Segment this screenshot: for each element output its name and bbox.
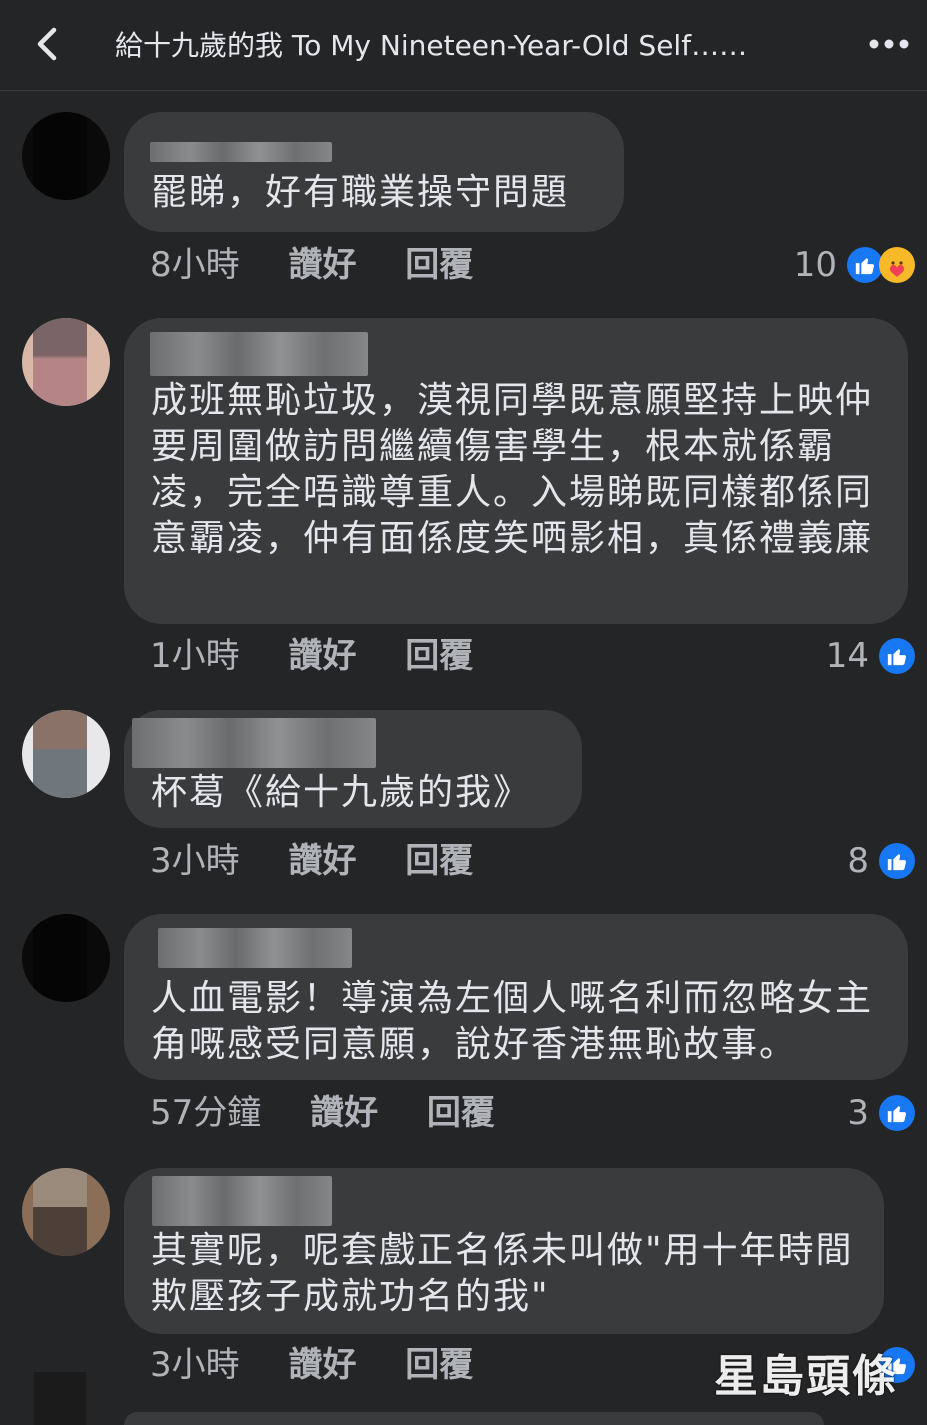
like-icon [847, 247, 883, 283]
comment-time: 8小時 [150, 245, 240, 285]
reaction-count: 3 [847, 1093, 869, 1133]
reply-button[interactable]: 回覆 [405, 243, 473, 287]
top-bar: 給十九歲的我 To My Nineteen-Year-Old Self…… [0, 0, 927, 91]
commenter-name-redacted[interactable] [132, 718, 376, 768]
more-options-icon[interactable] [866, 30, 912, 58]
avatar[interactable] [22, 112, 110, 200]
reply-button[interactable]: 回覆 [405, 634, 473, 678]
comment-text: 其實呢，呢套戲正名係未叫做"用十年時間欺壓孩子成就功名的我" [151, 1230, 854, 1317]
like-button[interactable]: 讚好 [288, 243, 356, 287]
avatar[interactable] [22, 710, 110, 798]
like-icon [879, 638, 915, 674]
next-comment-bubble [124, 1412, 824, 1425]
avatar[interactable] [22, 1168, 110, 1256]
like-button[interactable]: 讚好 [310, 1091, 378, 1135]
like-icon [879, 1095, 915, 1131]
comment-bubble: 杯葛《給十九歲的我》 [124, 710, 582, 828]
comment-actions: 3小時 讚好 回覆 [150, 839, 473, 883]
comment-actions: 1小時 讚好 回覆 [150, 634, 473, 678]
reaction-count: 10 [793, 245, 837, 285]
commenter-name-redacted[interactable] [158, 928, 352, 968]
next-comment-avatar [34, 1372, 86, 1425]
commenter-name-redacted[interactable] [150, 142, 332, 162]
comment-time: 3小時 [150, 841, 240, 881]
avatar[interactable] [22, 914, 110, 1002]
commenter-name-redacted[interactable] [150, 332, 368, 376]
comment-time: 1小時 [150, 636, 240, 676]
comment-actions: 57分鐘 讚好 回覆 [150, 1091, 495, 1135]
comment-bubble: 其實呢，呢套戲正名係未叫做"用十年時間欺壓孩子成就功名的我" [124, 1168, 884, 1334]
comment-actions: 8小時 讚好 回覆 [150, 243, 473, 287]
like-button[interactable]: 讚好 [288, 839, 356, 883]
comment-time: 3小時 [150, 1345, 240, 1385]
comment-text: 罷睇，好有職業操守問題 [151, 172, 570, 213]
watermark-logo: 星島頭條 [714, 1340, 914, 1402]
like-button[interactable]: 讚好 [288, 634, 356, 678]
reaction-count: 8 [847, 841, 869, 881]
reaction-summary[interactable]: 3 [847, 1091, 915, 1135]
like-icon [879, 843, 915, 879]
comment-time: 57分鐘 [150, 1093, 262, 1133]
comment-bubble: 成班無恥垃圾，漠視同學既意願堅持上映仲要周圍做訪問繼續傷害學生，根本就係霸凌，完… [124, 318, 908, 624]
page-title: 給十九歲的我 To My Nineteen-Year-Old Self…… [115, 29, 748, 62]
care-icon [879, 247, 915, 283]
reply-button[interactable]: 回覆 [405, 1343, 473, 1387]
commenter-name-redacted[interactable] [152, 1176, 332, 1226]
comment-bubble: 人血電影！導演為左個人嘅名利而忽略女主角嘅感受同意願，說好香港無恥故事。 [124, 914, 908, 1080]
comment-text: 成班無恥垃圾，漠視同學既意願堅持上映仲要周圍做訪問繼續傷害學生，根本就係霸凌，完… [151, 380, 874, 559]
reaction-summary[interactable]: 10 [794, 243, 915, 287]
reply-button[interactable]: 回覆 [405, 839, 473, 883]
comment-bubble: 罷睇，好有職業操守問題 [124, 112, 624, 232]
reply-button[interactable]: 回覆 [427, 1091, 495, 1135]
watermark-text: 星島頭條 [714, 1351, 898, 1402]
avatar[interactable] [22, 318, 110, 406]
reaction-summary[interactable]: 14 [826, 634, 915, 678]
like-button[interactable]: 讚好 [288, 1343, 356, 1387]
comment-actions: 3小時 讚好 回覆 [150, 1343, 473, 1387]
reaction-count: 14 [825, 636, 869, 676]
reaction-summary[interactable]: 8 [847, 839, 915, 883]
comment-text: 人血電影！導演為左個人嘅名利而忽略女主角嘅感受同意願，說好香港無恥故事。 [151, 978, 874, 1065]
comment-text: 杯葛《給十九歲的我》 [151, 772, 532, 813]
back-arrow-icon[interactable] [32, 24, 64, 64]
